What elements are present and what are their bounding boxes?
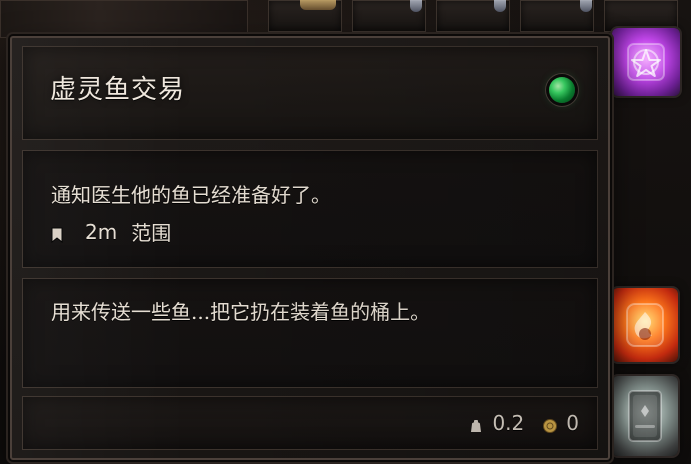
range-label: 范围 (131, 221, 172, 245)
background-item-icon (494, 0, 506, 12)
spellbook-icon (628, 390, 662, 442)
objective-text: 通知医生他的鱼已经准备好了。 (51, 183, 331, 207)
item-tooltip: 虚灵鱼交易 通知医生他的鱼已经准备好了。 2m 范围 用来传送一些鱼...把它扔… (10, 36, 610, 460)
tooltip-description-section: 用来传送一些鱼...把它扔在装着鱼的桶上。 (22, 278, 598, 388)
background-item-icon (300, 0, 336, 10)
range-row: 2m 范围 (51, 217, 171, 246)
inventory-item-pentagram-scroll[interactable] (612, 28, 680, 96)
coin-icon (542, 415, 558, 433)
footer-stats: 0.2 0 (468, 411, 579, 435)
tooltip-header: 虚灵鱼交易 (22, 46, 598, 140)
status-orb-icon (549, 77, 575, 103)
bookmark-icon (51, 224, 63, 243)
inventory-item-fire-scroll[interactable] (612, 288, 678, 362)
weight-icon (468, 415, 484, 432)
description-text: 用来传送一些鱼...把它扔在装着鱼的桶上。 (51, 300, 431, 324)
inventory-item-spellbook[interactable] (612, 376, 678, 456)
background-item-icon (580, 0, 592, 12)
weight-stat: 0.2 (468, 411, 524, 435)
game-screen: 虚灵鱼交易 通知医生他的鱼已经准备好了。 2m 范围 用来传送一些鱼...把它扔… (0, 0, 691, 464)
range-value: 2m (85, 219, 118, 244)
value-stat: 0 (542, 411, 579, 435)
value-amount: 0 (566, 411, 579, 435)
tooltip-objective-section: 通知医生他的鱼已经准备好了。 2m 范围 (22, 150, 598, 268)
fire-scroll-icon (626, 303, 664, 347)
tooltip-footer: 0.2 0 (22, 396, 598, 450)
weight-value: 0.2 (492, 411, 525, 435)
background-item-icon (410, 0, 422, 12)
background-shelf (0, 0, 248, 38)
tooltip-title: 虚灵鱼交易 (50, 75, 186, 105)
pentagram-scroll-icon (627, 43, 665, 81)
